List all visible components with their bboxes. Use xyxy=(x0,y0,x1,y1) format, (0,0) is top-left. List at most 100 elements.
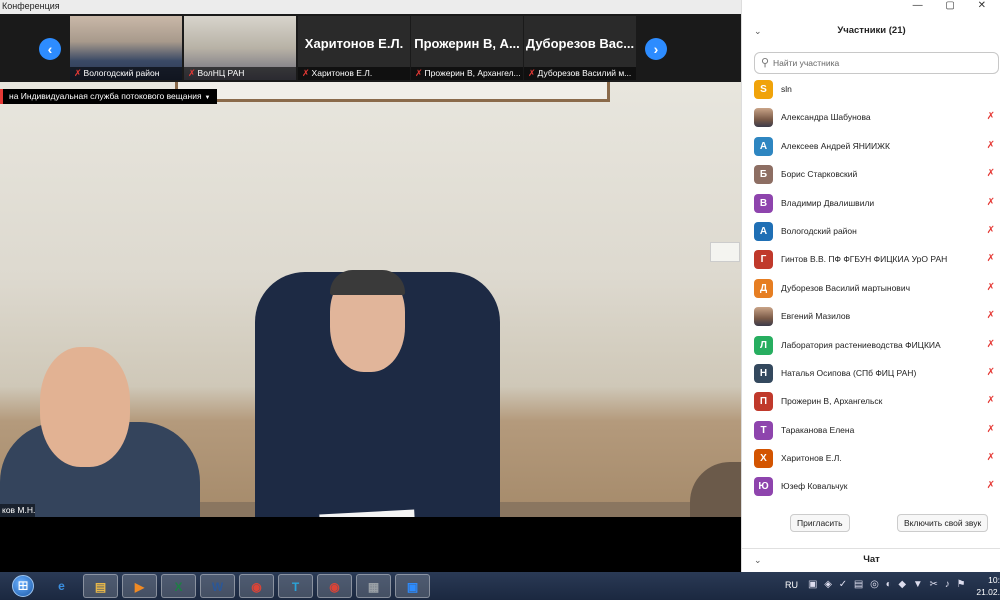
mic-muted-icon[interactable]: ✗ xyxy=(987,367,995,378)
participant-row[interactable]: Ю Юзеф Ковальчук ✗ xyxy=(742,473,1000,501)
mic-muted-icon: ✗ xyxy=(74,68,82,78)
participant-row[interactable]: Александра Шабунова ✗ xyxy=(742,104,1000,132)
mic-muted-icon[interactable]: ✗ xyxy=(987,282,995,293)
mic-muted-icon[interactable]: ✗ xyxy=(987,339,995,350)
video-strip: ‹ ✗ Вологодский район ✗ ВолНЦ РАН Харитоно… xyxy=(0,14,741,82)
wall-outlet xyxy=(710,242,740,262)
participant-name: Борис Старковский xyxy=(781,169,858,180)
avatar xyxy=(754,108,773,128)
unmute-self-button[interactable]: Включить свой звук xyxy=(897,514,989,532)
mic-muted-icon[interactable]: ✗ xyxy=(987,111,995,122)
mic-muted-icon[interactable]: ✗ xyxy=(987,395,995,406)
video-tile[interactable]: Дуборезов Вас... ✗ Дуборезов Василий м... xyxy=(524,16,636,80)
participant-row[interactable]: Б Борис Старковский ✗ xyxy=(742,161,1000,189)
main-video xyxy=(0,82,741,517)
tray-icons[interactable]: ▣ ◈ ✓ ▤ ◎ ◐ ◆ ▼ ✂ ♪ ⚑ xyxy=(808,579,967,590)
participant-row[interactable]: А Алексеев Андрей ЯНИИЖК ✗ xyxy=(742,133,1000,161)
participant-row[interactable]: П Прожерин В, Архангельск ✗ xyxy=(742,388,1000,416)
avatar xyxy=(754,307,773,327)
clock-date[interactable]: 21.02. xyxy=(976,587,1000,597)
participant-row[interactable]: Х Харитонов Е.Л. ✗ xyxy=(742,445,1000,473)
avatar: А xyxy=(754,221,773,241)
video-tile[interactable]: ✗ Вологодский район xyxy=(70,16,182,80)
media-player-icon[interactable]: ▶ xyxy=(122,574,157,598)
participant-row[interactable]: Т Тараканова Елена ✗ xyxy=(742,417,1000,445)
mic-muted-icon[interactable]: ✗ xyxy=(987,168,995,179)
mic-muted-icon: ✗ xyxy=(528,68,536,78)
language-indicator[interactable]: RU xyxy=(785,580,798,590)
participant-row[interactable]: В Владимир Двалишвили ✗ xyxy=(742,190,1000,218)
stream-banner[interactable]: на Индивидуальная служба потокового веща… xyxy=(0,89,217,104)
mic-muted-icon[interactable]: ✗ xyxy=(987,424,995,435)
chat-header[interactable]: ⌄ Чат xyxy=(742,548,1000,570)
mic-muted-icon: ✗ xyxy=(415,68,423,78)
participants-header: ⌄ Участники (21) xyxy=(742,20,1000,42)
participant-name: Александра Шабунова xyxy=(781,112,871,123)
windows-start-icon: ⊞ xyxy=(12,575,34,597)
participant-row[interactable]: Г Гинтов В.В. ПФ ФГБУН ФИЦКИА УрО РАН ✗ xyxy=(742,246,1000,274)
archive-icon[interactable]: ▦ xyxy=(356,574,391,598)
participant-row[interactable]: А Вологодский район ✗ xyxy=(742,218,1000,246)
avatar: Д xyxy=(754,278,773,298)
mic-muted-icon[interactable]: ✗ xyxy=(987,253,995,264)
participant-row[interactable]: Евгений Мазилов ✗ xyxy=(742,303,1000,331)
chat-title: Чат xyxy=(863,554,880,565)
file-explorer-icon[interactable]: ▤ xyxy=(83,574,118,598)
participant-search[interactable]: ⚲ xyxy=(754,52,999,74)
tile-name-label: ✗ Вологодский район xyxy=(70,67,182,80)
meeting-area: Конференция ‹ ✗ Вологодский район ✗ ВолНЦ … xyxy=(0,0,741,572)
participant-row[interactable]: Д Дуборезов Василий мартынович ✗ xyxy=(742,275,1000,303)
main-video-name: ков М.Н. xyxy=(0,504,36,517)
chevron-down-icon[interactable]: ⌄ xyxy=(754,20,762,42)
participant-name: Евгений Мазилов xyxy=(781,311,851,322)
participant-name: Тараканова Елена xyxy=(781,424,855,435)
participant-right xyxy=(690,462,741,517)
participant-row[interactable]: Ssln xyxy=(742,76,1000,104)
avatar: S xyxy=(754,80,773,99)
chevron-left-icon[interactable]: ‹ xyxy=(39,38,61,60)
mic-muted-icon[interactable]: ✗ xyxy=(987,480,995,491)
chrome-icon[interactable]: ◉ xyxy=(239,574,274,598)
avatar: Н xyxy=(754,363,773,383)
zoom-icon[interactable]: ▣ xyxy=(395,574,430,598)
start-button[interactable]: ⊞ xyxy=(6,573,42,599)
excel-icon[interactable]: X xyxy=(161,574,196,598)
window-controls[interactable]: — ▢ ✕ xyxy=(913,0,996,14)
mic-muted-icon[interactable]: ✗ xyxy=(987,140,995,151)
stream-banner-label: на Индивидуальная служба потокового веща… xyxy=(9,91,202,101)
video-tile[interactable]: Прожерин В, А... ✗ Прожерин В, Архангел..… xyxy=(411,16,523,80)
invite-button[interactable]: Пригласить xyxy=(790,514,850,532)
telegram-icon[interactable]: T xyxy=(278,574,313,598)
video-tile[interactable]: Харитонов Е.Л. ✗ Харитонов Е.Л. xyxy=(298,16,410,80)
participant-row[interactable]: Л Лаборатория растениеводства ФИЦКИА ✗ xyxy=(742,332,1000,360)
mic-muted-icon[interactable]: ✗ xyxy=(987,197,995,208)
participant-row[interactable]: Н Наталья Осипова (СПб ФИЦ РАН) ✗ xyxy=(742,360,1000,388)
mic-muted-icon[interactable]: ✗ xyxy=(987,225,995,236)
participant-name: Алексеев Андрей ЯНИИЖК xyxy=(781,140,890,151)
avatar: П xyxy=(754,392,773,412)
speaker-hair xyxy=(330,270,405,295)
participant-name: Харитонов Е.Л. xyxy=(781,453,842,464)
chevron-right-icon[interactable]: › xyxy=(645,38,667,60)
tile-name-label: ✗ Харитонов Е.Л. xyxy=(298,67,410,80)
participant-name: Лаборатория растениеводства ФИЦКИА xyxy=(781,339,941,350)
dropdown-caret-icon: ▼ xyxy=(204,95,211,101)
mic-muted-icon[interactable]: ✗ xyxy=(987,452,995,463)
avatar: Б xyxy=(754,165,773,185)
avatar: В xyxy=(754,193,773,213)
search-input[interactable] xyxy=(773,55,993,71)
tile-name-label: ✗ ВолНЦ РАН xyxy=(184,67,296,80)
participant-name: Прожерин В, Архангельск xyxy=(781,396,883,407)
mic-muted-icon: ✗ xyxy=(302,68,310,78)
clock-time[interactable]: 10: xyxy=(988,575,1000,585)
participant-name: Вологодский район xyxy=(781,225,857,236)
mic-muted-icon[interactable]: ✗ xyxy=(987,310,995,321)
word-icon[interactable]: W xyxy=(200,574,235,598)
internet-explorer-icon[interactable]: e xyxy=(44,574,79,598)
avatar: Х xyxy=(754,449,773,469)
participants-title: Участники (21) xyxy=(837,25,906,36)
participant-left-head xyxy=(40,347,130,467)
chrome-icon[interactable]: ◉ xyxy=(317,574,352,598)
participant-name: sln xyxy=(781,84,792,94)
video-tile[interactable]: ✗ ВолНЦ РАН xyxy=(184,16,296,80)
